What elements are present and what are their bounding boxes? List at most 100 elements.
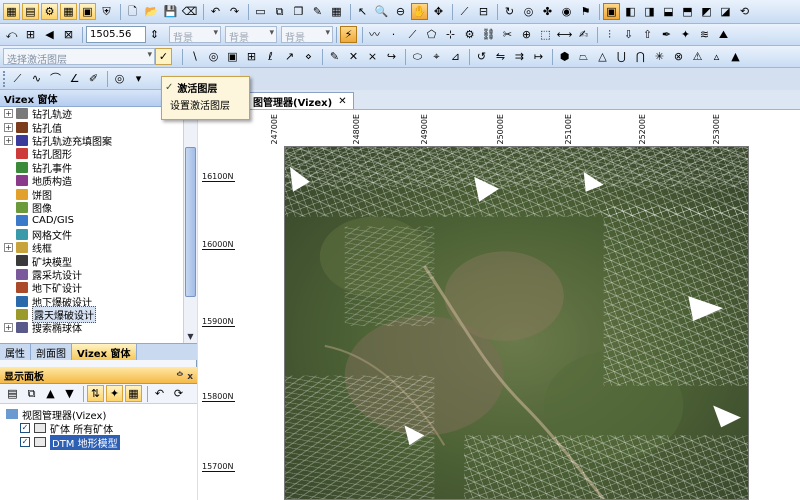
tree-scrollbar[interactable]: ▲▼ [183, 107, 197, 343]
compass-icon[interactable]: ✤ [539, 3, 556, 20]
snap-more-icon[interactable]: ▾ [130, 70, 147, 87]
link-icon[interactable]: ⛓ [480, 26, 497, 43]
shield-icon[interactable]: ⛨ [98, 3, 115, 20]
snap-pencil-icon[interactable]: ✐ [85, 70, 102, 87]
tree-item[interactable]: 地下爆破设计 [0, 294, 197, 309]
active-layer-combo[interactable]: 选择激活图层 [3, 48, 155, 66]
oval-icon[interactable]: ⬭ [409, 48, 426, 65]
expand-toggle-icon[interactable]: + [4, 109, 13, 119]
snap-angle-icon[interactable]: ∠ [66, 70, 83, 87]
tree-item[interactable]: 矿块模型 [0, 254, 197, 269]
clip-icon[interactable]: ⤺ [3, 26, 20, 43]
tree-item[interactable]: 露采坑设计 [0, 268, 197, 282]
cube-side-icon[interactable]: ⬓ [660, 3, 677, 20]
triangle-outline-icon[interactable]: ▵ [708, 48, 725, 65]
digitize-icon[interactable]: ✎ [326, 48, 343, 65]
undo-icon[interactable]: ↶ [151, 385, 168, 402]
plan-view-icon[interactable]: ▣ [603, 3, 620, 20]
pointer-icon[interactable]: ↖ [354, 3, 371, 20]
scroll-thumb[interactable] [185, 147, 196, 297]
draw-line-icon[interactable]: ⟋ [456, 3, 473, 20]
save-project-icon[interactable]: ▣ [79, 3, 96, 20]
triangle-fill-icon[interactable]: ▲ [727, 48, 744, 65]
cube-front-icon[interactable]: ◨ [641, 3, 658, 20]
tree-item[interactable]: 露天爆破设计 [0, 306, 197, 324]
grid-icon[interactable]: ▦ [60, 3, 77, 20]
color-combo-3[interactable]: 背景 [281, 26, 333, 44]
cube-top-icon[interactable]: ⬒ [679, 3, 696, 20]
highlight-icon[interactable]: ✦ [106, 385, 123, 402]
section-step-icon[interactable]: ⊠ [60, 26, 77, 43]
boolean-icon[interactable]: ⊗ [670, 48, 687, 65]
wireframe-icon[interactable]: ⊿ [447, 48, 464, 65]
tab-view-manager[interactable]: 图管理器(Vizex) ✕ [246, 92, 354, 109]
expand-toggle-icon[interactable]: + [4, 243, 13, 253]
tree-item[interactable]: 图像 [0, 201, 197, 215]
offset-icon[interactable]: ⇉ [511, 48, 528, 65]
join-icon[interactable]: ⊕ [518, 26, 535, 43]
refresh-icon[interactable]: ⟳ [170, 385, 187, 402]
map-canvas[interactable]: 24700E 24800E 24900E 25000E 25100E 25200E 2530… [198, 110, 800, 500]
spin-up-icon[interactable]: ⇕ [146, 26, 163, 43]
undo-icon[interactable]: ↶ [207, 3, 224, 20]
tree-item[interactable]: CAD/GIS [0, 214, 197, 227]
pen-tool-icon[interactable]: ✒ [658, 26, 675, 43]
tree-item[interactable]: 钻孔图形 [0, 147, 197, 161]
panel-pin-close-controls[interactable]: ᅌ x [176, 369, 193, 382]
contour-icon[interactable]: ≋ [696, 26, 713, 43]
eraser-icon[interactable]: ⌫ [181, 3, 198, 20]
string-icon[interactable]: 〰 [366, 26, 383, 43]
star-icon[interactable]: ✳ [651, 48, 668, 65]
new-file-icon[interactable]: 🗋 [124, 3, 141, 20]
crosshair-icon[interactable]: ⌖ [428, 48, 445, 65]
color-combo-2[interactable]: 背景 [225, 26, 277, 44]
vertex-edit-icon[interactable]: ⋄ [300, 48, 317, 65]
snap-arc-icon[interactable]: ⌒ [47, 70, 64, 87]
tree-item[interactable]: 地下矿设计 [0, 281, 197, 295]
cube-rotate-icon[interactable]: ◪ [717, 3, 734, 20]
window-icon[interactable]: ▭ [252, 3, 269, 20]
tree-item[interactable]: 饼图 [0, 187, 197, 202]
select-icon[interactable]: ⬚ [537, 26, 554, 43]
rotate-view-icon[interactable]: ⟲ [736, 3, 753, 20]
lasso-icon[interactable]: ℓ [262, 48, 279, 65]
zoom-out-icon[interactable]: ⊖ [392, 3, 409, 20]
zoom-in-icon[interactable]: 🔍 [373, 3, 390, 20]
triangle-icon[interactable]: △ [594, 48, 611, 65]
export-icon[interactable]: ⇧ [639, 26, 656, 43]
left-arrow-icon[interactable]: ◀ [41, 26, 58, 43]
display-list-item[interactable]: 视图管理器(Vizex) [0, 407, 197, 422]
visibility-checkbox[interactable]: ✓ [20, 423, 30, 433]
block-icon[interactable]: ▣ [224, 48, 241, 65]
import-icon[interactable]: ⇩ [620, 26, 637, 43]
tree-item[interactable]: 地质构造 [0, 174, 197, 188]
section-value-field[interactable]: 1505.56 [86, 26, 146, 43]
project-settings-icon[interactable]: ⚙ [41, 3, 58, 20]
color-combo-1[interactable]: 背景 [169, 26, 221, 44]
circle-tool-icon[interactable]: ◎ [205, 48, 222, 65]
view-3d-icon[interactable]: ◧ [622, 3, 639, 20]
open-folder-icon[interactable]: 📂 [143, 3, 160, 20]
union-icon[interactable]: ⋃ [613, 48, 630, 65]
move-down-icon[interactable]: ▼ [61, 385, 78, 402]
save-icon[interactable]: 💾 [162, 3, 179, 20]
properties-icon[interactable]: ▤ [4, 385, 21, 402]
wand-icon[interactable]: ✦ [677, 26, 694, 43]
rotate-string-icon[interactable]: ↺ [473, 48, 490, 65]
mirror-icon[interactable]: ⇋ [492, 48, 509, 65]
snap-curve-icon[interactable]: ∿ [28, 70, 45, 87]
section-icon[interactable]: ⊟ [475, 3, 492, 20]
gear-icon[interactable]: ⚙ [461, 26, 478, 43]
display-list-item[interactable]: ✓ DTM 地形模型 [0, 434, 197, 450]
tree-item[interactable]: 钻孔事件 [0, 161, 197, 175]
expand-toggle-icon[interactable]: + [4, 135, 13, 145]
drill-icon[interactable]: ⫶ [601, 26, 618, 43]
display-list-item[interactable]: ✓ 矿体 所有矿体 [0, 421, 197, 436]
expand-toggle-icon[interactable]: + [4, 323, 13, 333]
delete-point-icon[interactable]: ✕ [345, 48, 362, 65]
extend-icon[interactable]: ↦ [530, 48, 547, 65]
split-icon[interactable]: ✂ [499, 26, 516, 43]
polyline-icon[interactable]: ⟋ [404, 26, 421, 43]
tab-vizex-form[interactable]: Vizex 窗体 [72, 344, 137, 360]
cube-iso-icon[interactable]: ◩ [698, 3, 715, 20]
